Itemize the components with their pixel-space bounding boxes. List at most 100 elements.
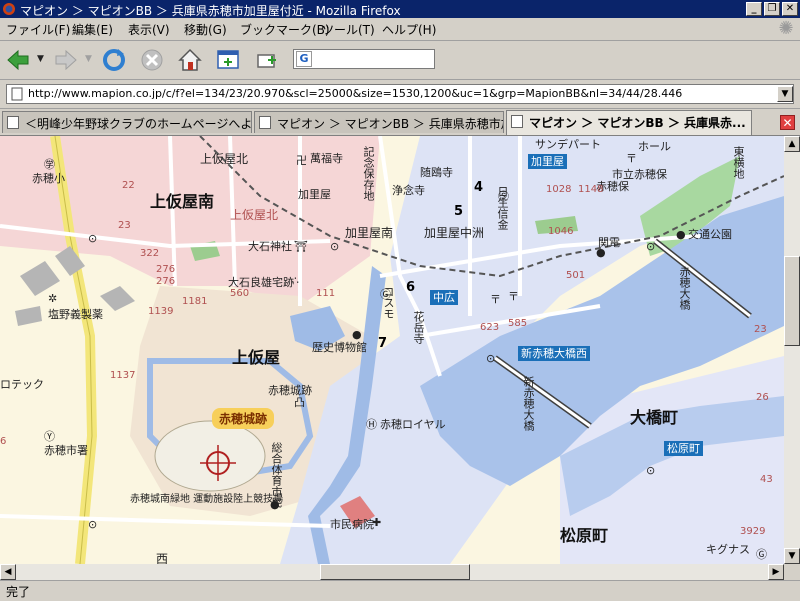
tab-label: ＜明峰少年野球クラブのホームページへようこ...: [25, 117, 252, 131]
place-label: 東横地: [732, 146, 745, 179]
address-number: 1181: [182, 296, 208, 307]
tab-page-icon: [259, 116, 271, 129]
horizontal-scrollbar[interactable]: ◀ ▶: [0, 564, 784, 580]
place-label: キグナス: [706, 543, 750, 556]
place-label: 交通公園: [688, 228, 732, 241]
place-label: 赤穂城跡: [268, 384, 312, 397]
scroll-down-button[interactable]: ▼: [784, 548, 800, 564]
back-icon[interactable]: [4, 46, 32, 74]
tab-page-icon: [511, 115, 523, 128]
firefox-icon: [3, 3, 15, 15]
road-marker-icon: ⊙: [646, 240, 656, 253]
minimize-button[interactable]: _: [746, 2, 762, 16]
search-engine-icon[interactable]: G: [296, 51, 312, 67]
area-label: 松原町: [560, 526, 609, 545]
menu-bookmarks[interactable]: ブックマーク(B): [240, 21, 330, 38]
place-label: 随鴎寺: [420, 166, 453, 179]
address-number: 6: [0, 436, 7, 447]
horizontal-scroll-thumb[interactable]: [320, 564, 470, 580]
post-office-icon: 〒: [508, 290, 519, 303]
reload-icon[interactable]: [100, 46, 128, 74]
factory-icon: ✲: [48, 292, 58, 305]
address-number: 1046: [548, 226, 574, 237]
status-bar: [0, 580, 800, 601]
area-label: 大橋町: [630, 408, 679, 427]
block-number: 7: [378, 336, 388, 351]
close-tab-button[interactable]: ✕: [780, 115, 795, 130]
place-label: 萬福寺: [310, 152, 343, 165]
address-number: 585: [508, 318, 528, 329]
scroll-left-button[interactable]: ◀: [0, 564, 16, 580]
back-dropdown-icon[interactable]: ▼: [37, 54, 44, 64]
url-dropdown-button[interactable]: ▼: [777, 86, 793, 102]
road-marker-icon: ⊙: [646, 464, 656, 477]
tab-label: マピオン ＞ マピオンBB ＞ 兵庫県赤...: [529, 116, 746, 130]
url-text[interactable]: http://www.mapion.co.jp/c/f?el=134/23/20…: [28, 87, 682, 100]
station-tag[interactable]: 新赤穂大橋西: [518, 346, 590, 361]
vertical-scrollbar[interactable]: ▲ ▼: [784, 136, 800, 564]
area-label: 上仮屋: [232, 348, 281, 367]
tab-label: マピオン ＞ マピオンBB ＞ 兵庫県赤穂市加...: [277, 117, 504, 131]
address-number: 623: [480, 322, 500, 333]
station-tag[interactable]: 松原町: [664, 441, 703, 456]
tab-page-icon: [7, 116, 19, 129]
tab-2[interactable]: マピオン ＞ マピオンBB ＞ 兵庫県赤穂市加...: [254, 111, 504, 133]
address-number: 1139: [148, 306, 174, 317]
address-number: 501: [566, 270, 586, 281]
block-number: 6: [406, 280, 416, 295]
address-number: 322: [140, 248, 160, 259]
menu-tools[interactable]: ツール(T): [322, 21, 375, 38]
place-label: 赤穂市署: [44, 444, 88, 457]
place-label: 赤穂小: [32, 172, 65, 185]
park-icon: ●: [676, 228, 686, 241]
place-label: 記念保存地: [362, 146, 375, 201]
address-number: 1137: [110, 370, 136, 381]
block-number: 5: [454, 204, 464, 219]
place-label: 歴史博物館: [312, 341, 367, 354]
maximize-button[interactable]: ❐: [764, 2, 780, 16]
ruins-icon: 凸: [294, 396, 305, 409]
place-label: 浄念寺: [392, 184, 425, 197]
tab-1[interactable]: ＜明峰少年野球クラブのホームページへようこ...: [2, 111, 252, 133]
place-label: ロテック: [0, 378, 44, 391]
vertical-scroll-thumb[interactable]: [784, 256, 800, 346]
close-window-button[interactable]: ✕: [782, 2, 798, 16]
highlight-tag[interactable]: 赤穂城跡: [212, 408, 275, 429]
address-number: 1028: [546, 184, 572, 195]
address-number: 276: [156, 264, 176, 275]
place-label: 西: [156, 552, 169, 564]
scroll-right-button[interactable]: ▶: [768, 564, 784, 580]
post-office-icon: 〒: [490, 293, 501, 306]
menu-edit[interactable]: 編集(E): [72, 21, 113, 38]
menu-help[interactable]: ヘルプ(H): [382, 21, 436, 38]
address-number: 23: [118, 220, 131, 231]
area-label: 上仮屋南: [150, 192, 215, 211]
forward-icon[interactable]: [52, 46, 80, 74]
area-label: 上仮屋北: [200, 152, 249, 166]
place-label: 赤穂ロイヤル: [380, 418, 446, 431]
window-title: マピオン ＞ マピオンBB ＞ 兵庫県赤穂市加里屋付近 - Mozilla Fi…: [20, 4, 401, 18]
menu-view[interactable]: 表示(V): [128, 21, 170, 38]
scroll-up-button[interactable]: ▲: [784, 136, 800, 152]
address-number: 276: [156, 276, 176, 287]
station-tag[interactable]: 中広: [430, 290, 458, 305]
bookmark-add-icon[interactable]: [252, 46, 280, 74]
search-input[interactable]: G: [293, 49, 435, 69]
shrine-icon: ⛩: [294, 240, 308, 253]
map-view[interactable]: 上仮屋南 上仮屋 大橋町 松原町 加里屋中洲 上仮屋北 加里屋南 赤穂小 加里屋…: [0, 136, 784, 564]
address-number: 22: [122, 180, 135, 191]
stop-icon[interactable]: [138, 46, 166, 74]
station-tag[interactable]: 加里屋: [528, 154, 567, 169]
museum-icon: ●: [352, 328, 362, 341]
home-icon[interactable]: [176, 46, 204, 74]
post-office-icon: 〒: [626, 152, 637, 165]
address-number: 43: [760, 474, 773, 485]
page-icon: [11, 87, 23, 101]
tab-3-active[interactable]: マピオン ＞ マピオンBB ＞ 兵庫県赤...: [506, 110, 752, 135]
new-tab-icon[interactable]: [214, 46, 242, 74]
place-label: 大石神社: [248, 240, 292, 253]
menu-go[interactable]: 移動(G): [184, 21, 227, 38]
menu-file[interactable]: ファイル(F): [6, 21, 70, 38]
address-number: 111: [316, 288, 336, 299]
forward-dropdown-icon[interactable]: ▼: [85, 54, 92, 64]
